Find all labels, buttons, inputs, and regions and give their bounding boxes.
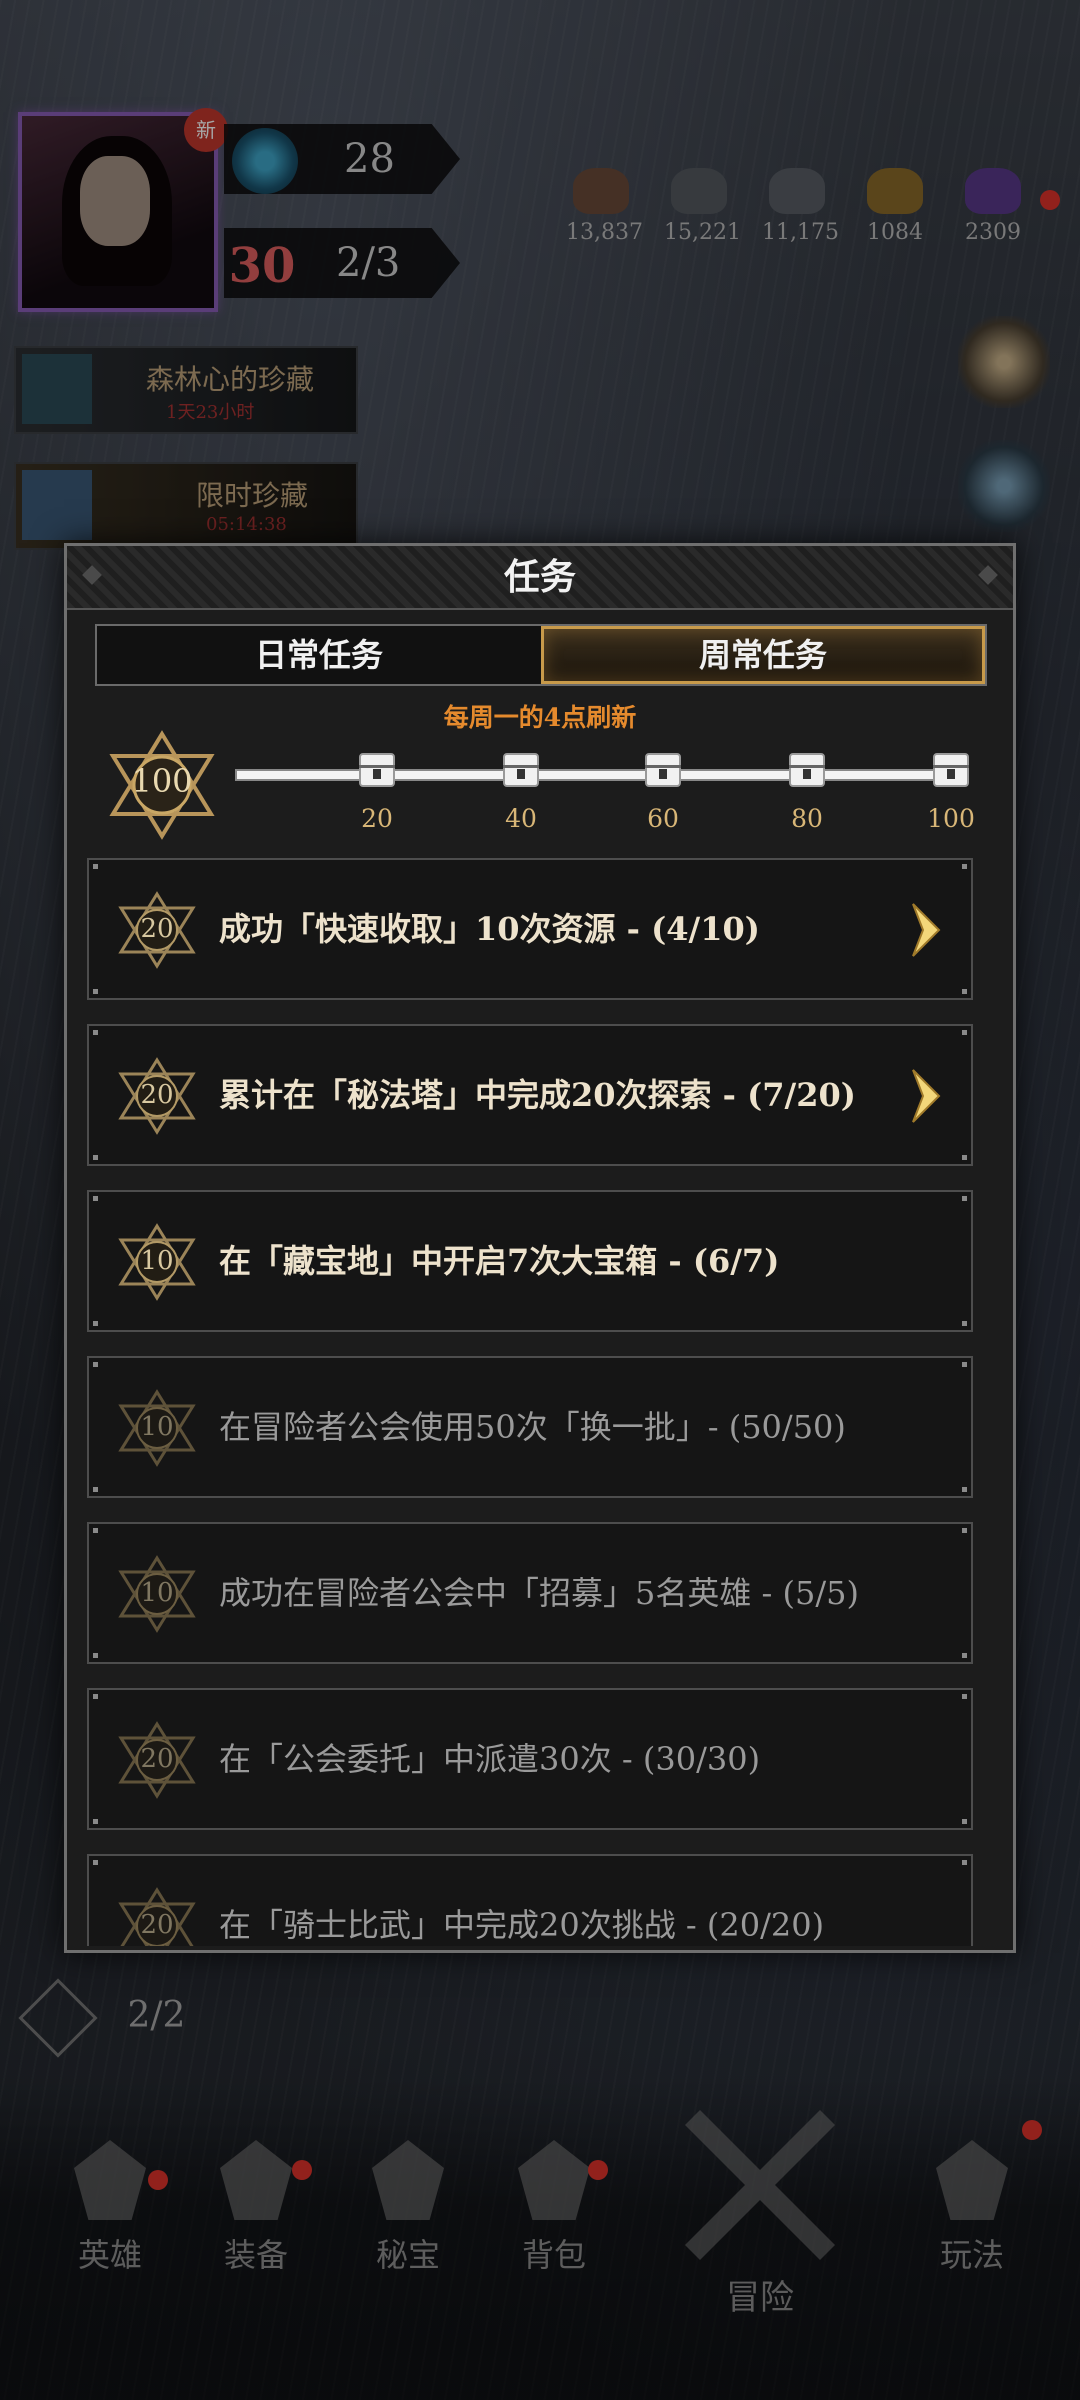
milestone-label: 40	[505, 804, 537, 833]
corner-rivet	[93, 989, 98, 994]
points-badge: 20	[117, 1886, 197, 1946]
lock-icon	[803, 769, 811, 779]
task-tabs: 日常任务 周常任务	[95, 624, 987, 686]
go-arrow-icon[interactable]	[903, 1066, 953, 1126]
milestone-chest[interactable]	[503, 753, 539, 787]
points-value: 20	[140, 1744, 174, 1774]
task-description: 成功「快速收取」10次资源 - (4/10)	[219, 910, 760, 948]
milestone-label: 20	[361, 804, 393, 833]
milestone-label: 100	[927, 804, 975, 833]
corner-rivet	[93, 1362, 98, 1367]
chest-lid	[645, 765, 681, 768]
milestone-chest[interactable]	[933, 753, 969, 787]
corner-rivet	[93, 1819, 98, 1824]
task-description: 在冒险者公会使用50次「换一批」- (50/50)	[219, 1408, 846, 1446]
task-row[interactable]: 20 在「骑士比武」中完成20次挑战 - (20/20)	[87, 1854, 973, 1946]
tasks-modal: 任务 日常任务 周常任务 每周一的4点刷新 100 20 40 60 80 100 20…	[64, 543, 1016, 1953]
chest-lid	[359, 765, 395, 768]
corner-rivet	[962, 1196, 967, 1201]
corner-rivet	[962, 1819, 967, 1824]
refresh-notice: 每周一的4点刷新	[443, 703, 637, 732]
task-row[interactable]: 10 成功在冒险者公会中「招募」5名英雄 - (5/5)	[87, 1522, 973, 1664]
lock-icon	[373, 769, 381, 779]
corner-rivet	[93, 1321, 98, 1326]
points-badge: 10	[117, 1554, 197, 1634]
corner-rivet	[962, 1030, 967, 1035]
corner-rivet	[962, 1155, 967, 1160]
task-description: 在「藏宝地」中开启7次大宝箱 - (6/7)	[219, 1242, 780, 1280]
corner-rivet	[962, 1321, 967, 1326]
corner-rivet	[962, 864, 967, 869]
lock-icon	[659, 769, 667, 779]
corner-rivet	[93, 1030, 98, 1035]
task-description: 累计在「秘法塔」中完成20次探索 - (7/20)	[219, 1076, 856, 1114]
task-row[interactable]: 10 在冒险者公会使用50次「换一批」- (50/50)	[87, 1356, 973, 1498]
task-row[interactable]: 20 成功「快速收取」10次资源 - (4/10)	[87, 858, 973, 1000]
points-value: 20	[140, 1080, 174, 1110]
points-badge: 10	[117, 1222, 197, 1302]
chest-lid	[933, 765, 969, 768]
corner-rivet	[962, 1694, 967, 1699]
corner-rivet	[962, 989, 967, 994]
corner-rivet	[93, 1694, 98, 1699]
chest-lid	[503, 765, 539, 768]
modal-header: 任务	[67, 546, 1013, 610]
corner-rivet	[93, 1528, 98, 1533]
task-description: 在「公会委托」中派遣30次 - (30/30)	[219, 1740, 761, 1778]
milestone-label: 80	[791, 804, 823, 833]
points-value: 10	[140, 1246, 174, 1276]
tab-daily[interactable]: 日常任务	[97, 626, 541, 684]
go-arrow-icon[interactable]	[903, 900, 953, 960]
lock-icon	[947, 769, 955, 779]
task-row[interactable]: 20 在「公会委托」中派遣30次 - (30/30)	[87, 1688, 973, 1830]
modal-title: 任务	[503, 556, 576, 598]
corner-rivet	[93, 1860, 98, 1865]
corner-rivet	[962, 1528, 967, 1533]
corner-rivet	[93, 1653, 98, 1658]
corner-rivet	[962, 1487, 967, 1492]
points-badge: 20	[117, 890, 197, 970]
milestone-label: 60	[647, 804, 679, 833]
corner-rivet	[93, 1155, 98, 1160]
milestone-chest[interactable]	[359, 753, 395, 787]
milestone-chest[interactable]	[645, 753, 681, 787]
points-badge: 20	[117, 1056, 197, 1136]
corner-rivet	[93, 864, 98, 869]
corner-rivet	[962, 1362, 967, 1367]
milestone-chest[interactable]	[789, 753, 825, 787]
points-value: 20	[140, 1910, 174, 1940]
corner-rivet	[93, 1196, 98, 1201]
task-row[interactable]: 20 累计在「秘法塔」中完成20次探索 - (7/20)	[87, 1024, 973, 1166]
activity-points-badge: 100	[107, 730, 217, 840]
points-value: 10	[140, 1412, 174, 1442]
points-value: 20	[140, 914, 174, 944]
chest-lid	[789, 765, 825, 768]
corner-rivet	[93, 1487, 98, 1492]
tab-weekly[interactable]: 周常任务	[541, 626, 985, 684]
activity-progress-track	[235, 769, 967, 781]
task-list[interactable]: 20 成功「快速收取」10次资源 - (4/10) 20 累计在「秘法塔」中完成20次…	[87, 858, 991, 1946]
task-description: 成功在冒险者公会中「招募」5名英雄 - (5/5)	[219, 1574, 859, 1612]
lock-icon	[517, 769, 525, 779]
points-value: 10	[140, 1578, 174, 1608]
task-description: 在「骑士比武」中完成20次挑战 - (20/20)	[219, 1906, 825, 1944]
task-row[interactable]: 10 在「藏宝地」中开启7次大宝箱 - (6/7)	[87, 1190, 973, 1332]
points-badge: 20	[117, 1720, 197, 1800]
corner-rivet	[962, 1860, 967, 1865]
points-badge: 10	[117, 1388, 197, 1468]
corner-rivet	[962, 1653, 967, 1658]
activity-points-value: 100	[131, 762, 193, 800]
